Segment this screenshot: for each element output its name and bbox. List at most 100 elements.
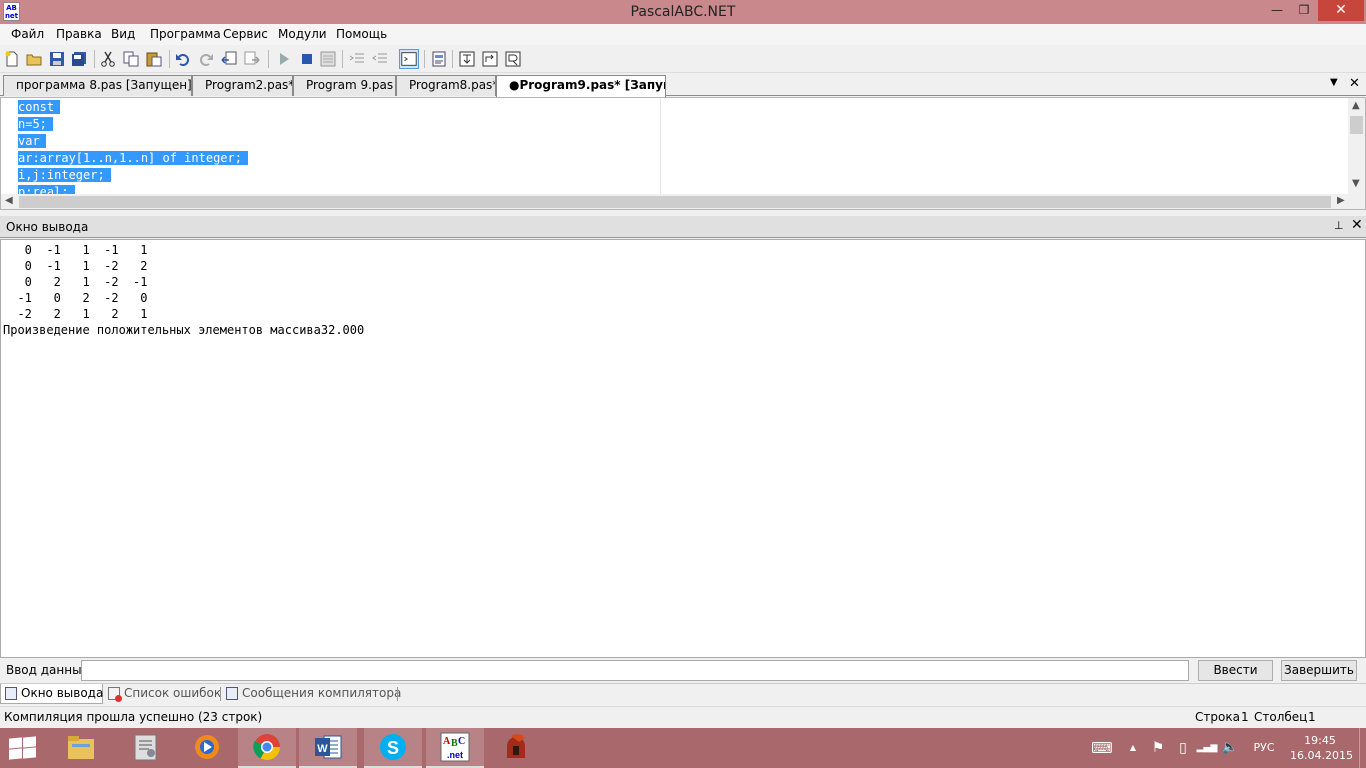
bottom-panel-tabs: Окно вывода Список ошибок Сообщения комп… <box>0 683 1366 704</box>
scroll-right-icon[interactable]: ▶ <box>1337 195 1345 206</box>
close-button[interactable]: ✕ <box>1318 0 1364 21</box>
output-window[interactable]: 0 -1 1 -1 1 0 -1 1 -2 2 0 2 1 -2 -1 -1 0… <box>0 239 1366 658</box>
tab-program-9[interactable]: Program 9.pas <box>293 75 396 96</box>
navigate-forward-icon[interactable] <box>244 51 260 67</box>
tab-program9-active[interactable]: ●Program9.pas* [Запущен] <box>496 75 666 97</box>
menu-service[interactable]: Сервис <box>223 24 268 45</box>
compile-icon[interactable] <box>320 51 336 67</box>
taskbar-spartan-game[interactable] <box>487 728 545 768</box>
spartan-game-icon <box>507 733 525 758</box>
line-value: 1 <box>1241 710 1249 724</box>
finish-program-button[interactable]: Завершить <box>1281 660 1357 681</box>
menu-file[interactable]: Файл <box>11 24 44 45</box>
undo-icon[interactable] <box>175 51 191 67</box>
taskbar-word[interactable]: W <box>299 728 357 768</box>
code-line: i,j:integer; <box>18 167 658 184</box>
show-hidden-icon[interactable]: ▲ <box>1126 728 1140 768</box>
maximize-button[interactable]: ❐ <box>1291 0 1317 21</box>
tab-program2[interactable]: Program2.pas* <box>192 75 293 96</box>
tab-close-icon[interactable]: ✕ <box>1349 76 1360 91</box>
input-data-label: Ввод данных: <box>6 663 93 677</box>
taskbar-media-player[interactable] <box>178 728 236 768</box>
save-all-icon[interactable] <box>71 51 87 67</box>
volume-icon[interactable]: 🔈 <box>1220 728 1240 768</box>
code-line: ar:array[1..n,1..n] of integer; <box>18 150 658 167</box>
tab-program8[interactable]: Program8.pas* <box>396 75 496 96</box>
scroll-up-icon[interactable]: ▲ <box>1352 100 1360 111</box>
tab-compiler-messages[interactable]: Сообщения компилятора <box>222 684 401 704</box>
code-text-area[interactable]: const n=5; var ar:array[1..n,1..n] of in… <box>18 99 658 195</box>
signal-icon[interactable]: ▂▄▆ <box>1196 728 1218 768</box>
program-output-text: 0 -1 1 -1 1 0 -1 1 -2 2 0 2 1 -2 -1 -1 0… <box>3 243 365 337</box>
column-label: Столбец <box>1254 710 1308 724</box>
status-message: Компиляция прошла успешно (23 строк) <box>4 710 263 724</box>
run-icon[interactable] <box>276 51 292 67</box>
debug-run-to-icon[interactable] <box>505 51 521 67</box>
file-explorer-icon <box>68 736 94 759</box>
menu-view[interactable]: Вид <box>111 24 135 45</box>
new-file-icon[interactable] <box>4 51 20 67</box>
scroll-left-icon[interactable]: ◀ <box>5 195 13 206</box>
battery-icon[interactable]: ▯ <box>1174 728 1192 768</box>
outdent-icon[interactable] <box>372 51 388 67</box>
output-close-icon[interactable]: ✕ <box>1351 217 1363 233</box>
redo-icon[interactable] <box>198 51 214 67</box>
status-bar: Компиляция прошла успешно (23 строк) Стр… <box>0 706 1366 728</box>
stop-icon[interactable] <box>299 51 315 67</box>
output-panel-title: Окно вывода <box>6 220 89 234</box>
menu-help[interactable]: Помощь <box>336 24 387 45</box>
pin-icon[interactable]: ⊥ <box>1334 219 1344 232</box>
vertical-scroll-thumb[interactable] <box>1350 116 1363 134</box>
skype-icon: S <box>380 734 406 760</box>
action-center-flag-icon[interactable]: ⚑ <box>1148 728 1168 768</box>
taskbar-file-explorer[interactable] <box>52 728 110 768</box>
taskbar-chrome[interactable] <box>238 728 296 768</box>
clock-date: 16.04.2015 <box>1290 749 1353 762</box>
word-icon: W <box>315 735 342 759</box>
paste-icon[interactable] <box>146 51 162 67</box>
show-desktop-button[interactable] <box>1359 728 1366 768</box>
compiler-messages-icon <box>226 687 238 700</box>
system-clock[interactable]: 19:45 16.04.2015 <box>1290 733 1353 763</box>
tab-list-dropdown-icon[interactable]: ▼ <box>1330 77 1338 88</box>
menu-program[interactable]: Программа <box>150 24 221 45</box>
taskbar-skype[interactable]: S <box>364 728 422 768</box>
tab-output-window[interactable]: Окно вывода <box>0 684 103 704</box>
code-line: const <box>18 99 658 116</box>
title-bar: AB net PascalABC.NET — ❐ ✕ <box>0 0 1366 24</box>
editor-horizontal-scrollbar[interactable]: ◀ ▶ <box>1 194 1365 209</box>
code-line: n=5; <box>18 116 658 133</box>
media-player-icon <box>195 735 219 759</box>
save-icon[interactable] <box>49 51 65 67</box>
tab-program-8[interactable]: программа 8.pas [Запущен] <box>3 75 192 96</box>
horizontal-scroll-thumb[interactable] <box>19 196 1331 208</box>
line-label: Строка <box>1195 710 1240 724</box>
open-file-icon[interactable] <box>26 51 42 67</box>
clock-time: 19:45 <box>1304 734 1336 747</box>
editor-vertical-scrollbar[interactable]: ▲ ▼ <box>1348 98 1365 194</box>
input-row: Ввод данных: Ввести Завершить <box>0 658 1366 683</box>
code-editor[interactable]: const n=5; var ar:array[1..n,1..n] of in… <box>0 97 1366 210</box>
navigate-back-icon[interactable] <box>221 51 237 67</box>
indent-icon[interactable] <box>349 51 365 67</box>
taskbar-pascalabc[interactable]: A B C .net <box>426 728 484 768</box>
keyboard-icon[interactable]: ⌨ <box>1086 728 1118 768</box>
debug-step-over-icon[interactable] <box>482 51 498 67</box>
output-window-icon[interactable] <box>399 49 419 69</box>
copy-icon[interactable] <box>123 51 139 67</box>
submit-input-button[interactable]: Ввести <box>1198 660 1273 681</box>
input-data-field[interactable] <box>81 660 1189 681</box>
scroll-down-icon[interactable]: ▼ <box>1352 178 1360 189</box>
form-icon[interactable] <box>431 51 447 67</box>
start-button[interactable] <box>8 736 38 760</box>
tab-error-list[interactable]: Список ошибок <box>104 684 221 704</box>
input-language[interactable]: РУС <box>1248 728 1280 768</box>
svg-text:.net: .net <box>447 750 463 760</box>
toolbar <box>0 45 1366 73</box>
menu-modules[interactable]: Модули <box>278 24 327 45</box>
debug-step-into-icon[interactable] <box>459 51 475 67</box>
minimize-button[interactable]: — <box>1263 0 1291 21</box>
taskbar-notepad[interactable] <box>117 728 175 768</box>
cut-icon[interactable] <box>100 51 116 67</box>
menu-edit[interactable]: Правка <box>56 24 102 45</box>
